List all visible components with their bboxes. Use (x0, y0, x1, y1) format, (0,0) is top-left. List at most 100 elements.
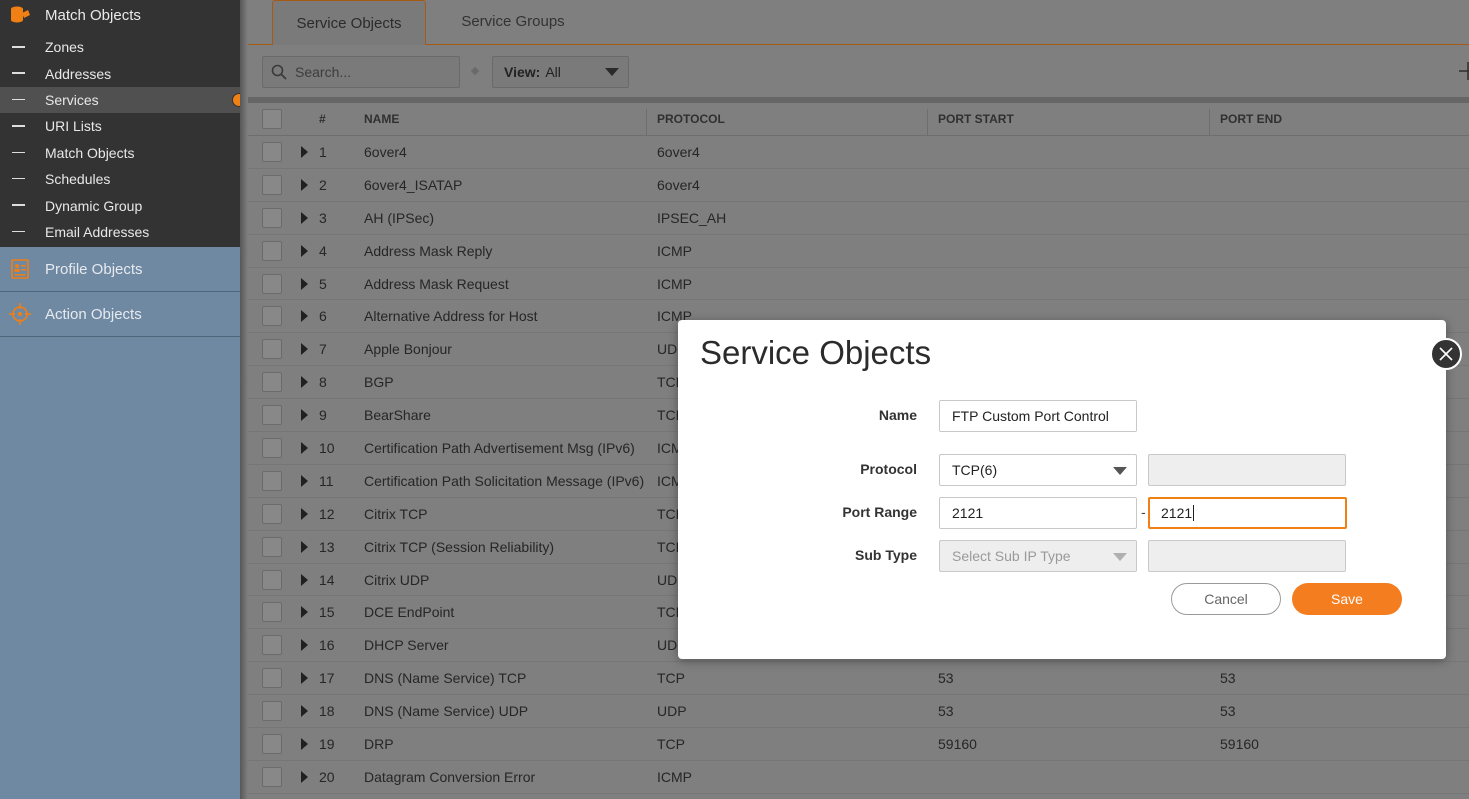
match-objects-header[interactable]: Match Objects (0, 0, 240, 30)
expand-arrow-icon[interactable] (301, 639, 308, 652)
table-row[interactable]: 2 6over4_ISATAP 6over4 (248, 169, 1469, 202)
expand-arrow-icon[interactable] (301, 343, 308, 356)
row-checkbox[interactable] (262, 701, 282, 722)
row-checkbox[interactable] (262, 273, 282, 294)
header-port-end[interactable]: PORT END (1220, 103, 1282, 135)
row-name: 6over4_ISATAP (364, 176, 463, 193)
row-port-start: 53 (938, 703, 954, 720)
expand-arrow-icon[interactable] (301, 376, 308, 389)
view-dropdown[interactable]: View: All (492, 56, 629, 88)
cancel-button[interactable]: Cancel (1171, 583, 1281, 615)
row-checkbox[interactable] (262, 470, 282, 491)
row-name: Apple Bonjour (364, 341, 452, 358)
expand-arrow-icon[interactable] (301, 145, 308, 158)
action-objects-header[interactable]: Action Objects (0, 292, 240, 338)
row-name: Address Mask Request (364, 275, 509, 292)
sidebar-item-services[interactable]: Services (0, 86, 246, 114)
row-checkbox[interactable] (262, 766, 282, 787)
sidebar-item-zones[interactable]: Zones (0, 34, 240, 60)
search-input[interactable]: Search... (262, 56, 460, 88)
table-row[interactable]: 1 6over4 6over4 (248, 136, 1469, 169)
header-port-start[interactable]: PORT START (938, 103, 1014, 135)
port-end-field[interactable]: 2121 (1148, 497, 1347, 529)
table-row[interactable]: 3 AH (IPSec) IPSEC_AH (248, 202, 1469, 235)
row-num: 2 (319, 176, 327, 193)
row-name: Citrix UDP (364, 571, 430, 588)
dialog-title: Service Objects (700, 334, 932, 371)
close-icon (1439, 347, 1453, 361)
row-checkbox[interactable] (262, 174, 282, 195)
row-checkbox[interactable] (262, 306, 282, 327)
expand-arrow-icon[interactable] (301, 211, 308, 224)
row-num: 9 (319, 407, 327, 424)
sidebar-item-schedules[interactable]: Schedules (0, 166, 240, 192)
sidebar-item-addresses[interactable]: Addresses (0, 60, 240, 86)
expand-arrow-icon[interactable] (301, 672, 308, 685)
select-all-checkbox[interactable] (262, 109, 282, 129)
sidebar-item-match-objects[interactable]: Match Objects (0, 140, 240, 166)
row-checkbox[interactable] (262, 569, 282, 590)
row-checkbox[interactable] (262, 668, 282, 689)
table-row[interactable]: 17 DNS (Name Service) TCP TCP 53 53 (248, 662, 1469, 696)
table-row[interactable]: 18 DNS (Name Service) UDP UDP 53 53 (248, 695, 1469, 729)
match-objects-header-label: Match Objects (45, 6, 141, 24)
expand-arrow-icon[interactable] (301, 540, 308, 553)
expand-arrow-icon[interactable] (301, 310, 308, 323)
dash-icon (12, 151, 25, 154)
row-checkbox[interactable] (262, 339, 282, 360)
add-icon[interactable] (1455, 62, 1469, 80)
table-row[interactable]: 20 Datagram Conversion Error ICMP (248, 761, 1469, 794)
protocol-select[interactable]: TCP(6) (939, 454, 1137, 486)
row-checkbox[interactable] (262, 503, 282, 524)
port-start-field[interactable]: 2121 (939, 497, 1137, 529)
expand-arrow-icon[interactable] (301, 573, 308, 586)
expand-arrow-icon[interactable] (301, 474, 308, 487)
row-protocol: ICMP (657, 242, 692, 259)
expand-arrow-icon[interactable] (301, 770, 308, 783)
row-checkbox[interactable] (262, 405, 282, 426)
expand-arrow-icon[interactable] (301, 441, 308, 454)
row-num: 11 (319, 472, 334, 489)
row-checkbox[interactable] (262, 437, 282, 458)
expand-arrow-icon[interactable] (301, 409, 308, 422)
row-checkbox[interactable] (262, 207, 282, 228)
row-num: 18 (319, 703, 335, 720)
close-button[interactable] (1430, 338, 1462, 370)
row-port-end: 53 (1220, 670, 1236, 687)
dash-icon (12, 125, 25, 127)
save-button[interactable]: Save (1292, 583, 1402, 615)
table-row[interactable]: 5 Address Mask Request ICMP (248, 268, 1469, 301)
header-protocol[interactable]: PROTOCOL (657, 103, 725, 135)
row-checkbox[interactable] (262, 240, 282, 261)
table-row[interactable]: 19 DRP TCP 59160 59160 (248, 728, 1469, 761)
sidebar-item-dynamic-group[interactable]: Dynamic Group (0, 192, 240, 218)
row-num: 19 (319, 735, 335, 752)
expand-arrow-icon[interactable] (301, 705, 308, 718)
row-checkbox[interactable] (262, 635, 282, 656)
row-protocol: 6over4 (657, 143, 700, 160)
sidebar-item-email-addresses[interactable]: Email Addresses (0, 219, 240, 245)
expand-arrow-icon[interactable] (301, 737, 308, 750)
row-checkbox[interactable] (262, 733, 282, 754)
profile-objects-header[interactable]: Profile Objects (0, 247, 240, 293)
row-name: BearShare (364, 407, 431, 424)
sidebar-item-uri-lists[interactable]: URI Lists (0, 113, 240, 139)
search-placeholder: Search... (295, 64, 352, 80)
expand-arrow-icon[interactable] (301, 277, 308, 290)
row-checkbox[interactable] (262, 602, 282, 623)
expand-arrow-icon[interactable] (301, 244, 308, 257)
header-name[interactable]: NAME (364, 103, 399, 135)
table-row[interactable]: 4 Address Mask Reply ICMP (248, 235, 1469, 268)
profile-objects-header-label: Profile Objects (45, 260, 143, 278)
expand-arrow-icon[interactable] (301, 507, 308, 520)
tab-service-objects[interactable]: Service Objects (272, 0, 426, 45)
row-checkbox[interactable] (262, 536, 282, 557)
name-field[interactable]: FTP Custom Port Control (939, 400, 1137, 432)
expand-arrow-icon[interactable] (301, 178, 308, 191)
row-port-end: 53 (1220, 703, 1236, 720)
row-checkbox[interactable] (262, 141, 282, 162)
row-checkbox[interactable] (262, 372, 282, 393)
port-start-value: 2121 (952, 505, 984, 521)
expand-arrow-icon[interactable] (301, 606, 308, 619)
tab-service-groups[interactable]: Service Groups (438, 0, 588, 43)
